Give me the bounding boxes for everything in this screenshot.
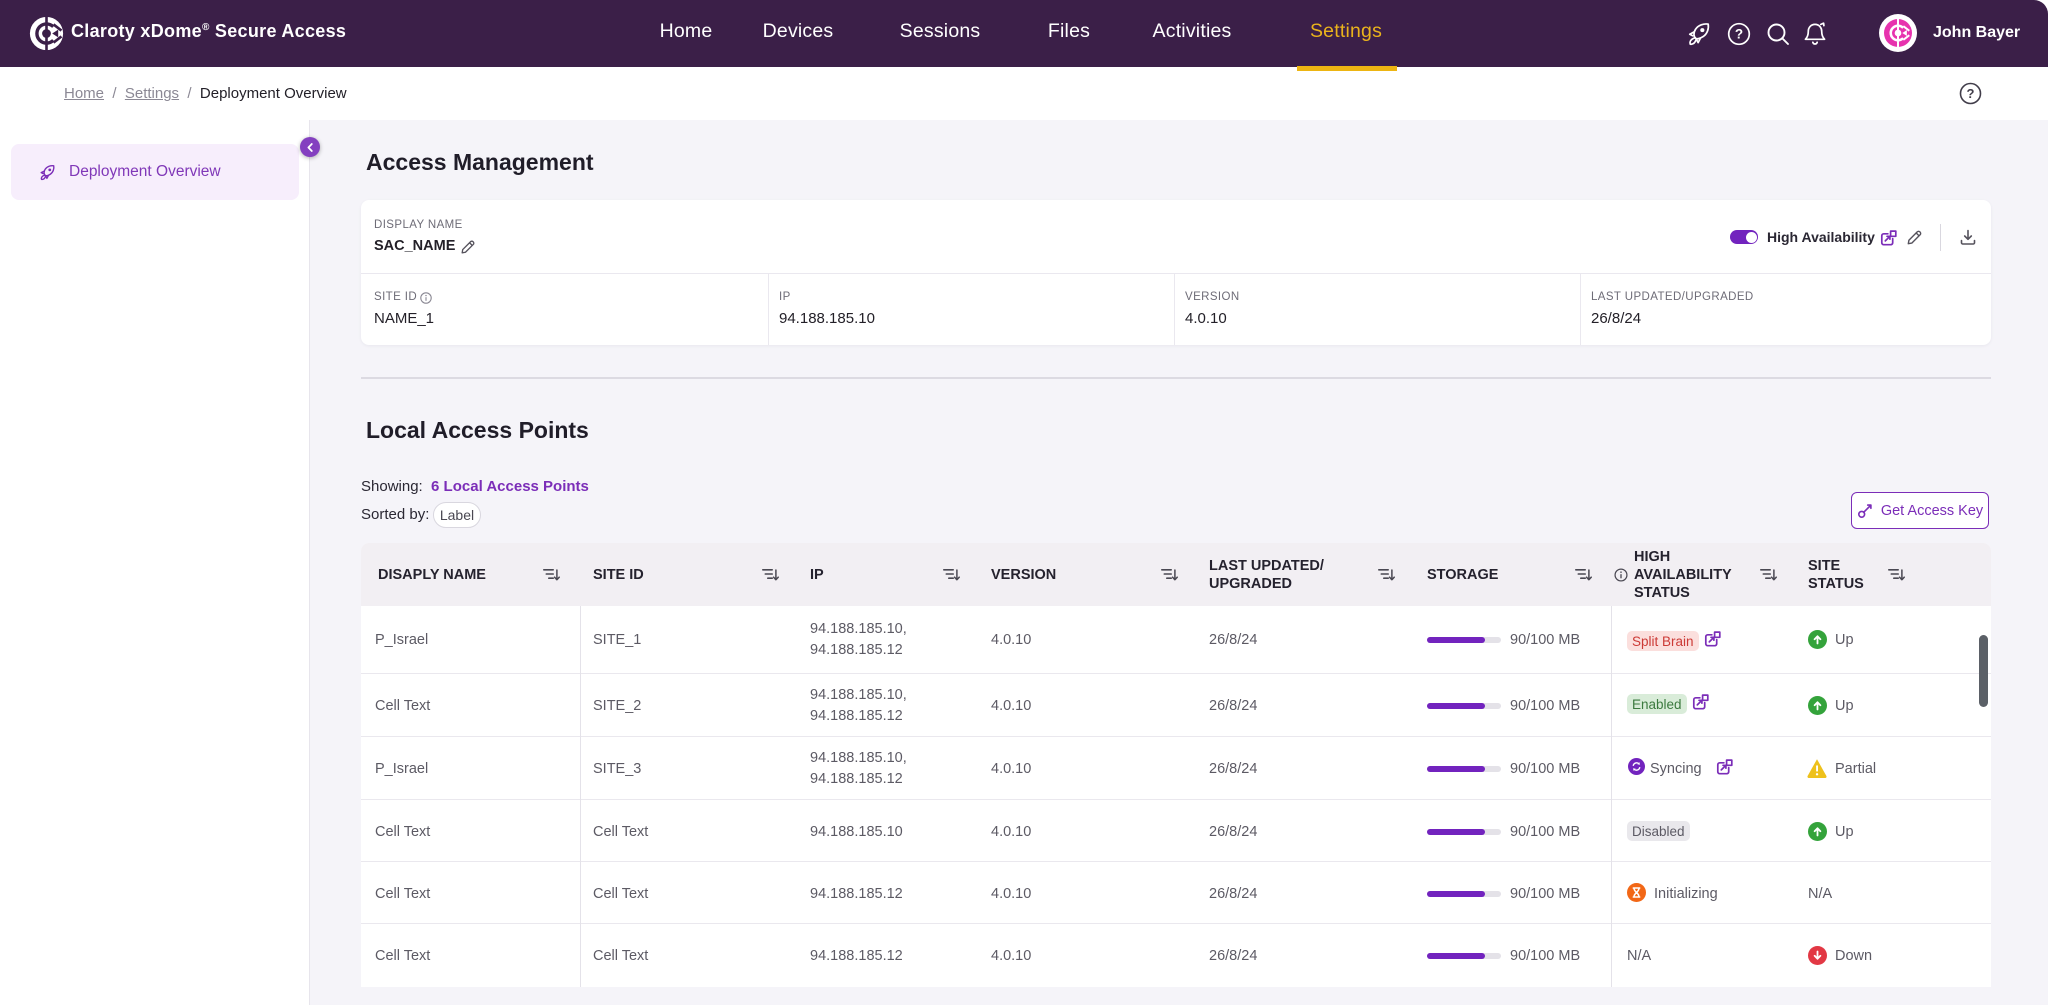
svg-text:?: ? — [1967, 86, 1975, 101]
svg-text:?: ? — [1735, 27, 1743, 42]
